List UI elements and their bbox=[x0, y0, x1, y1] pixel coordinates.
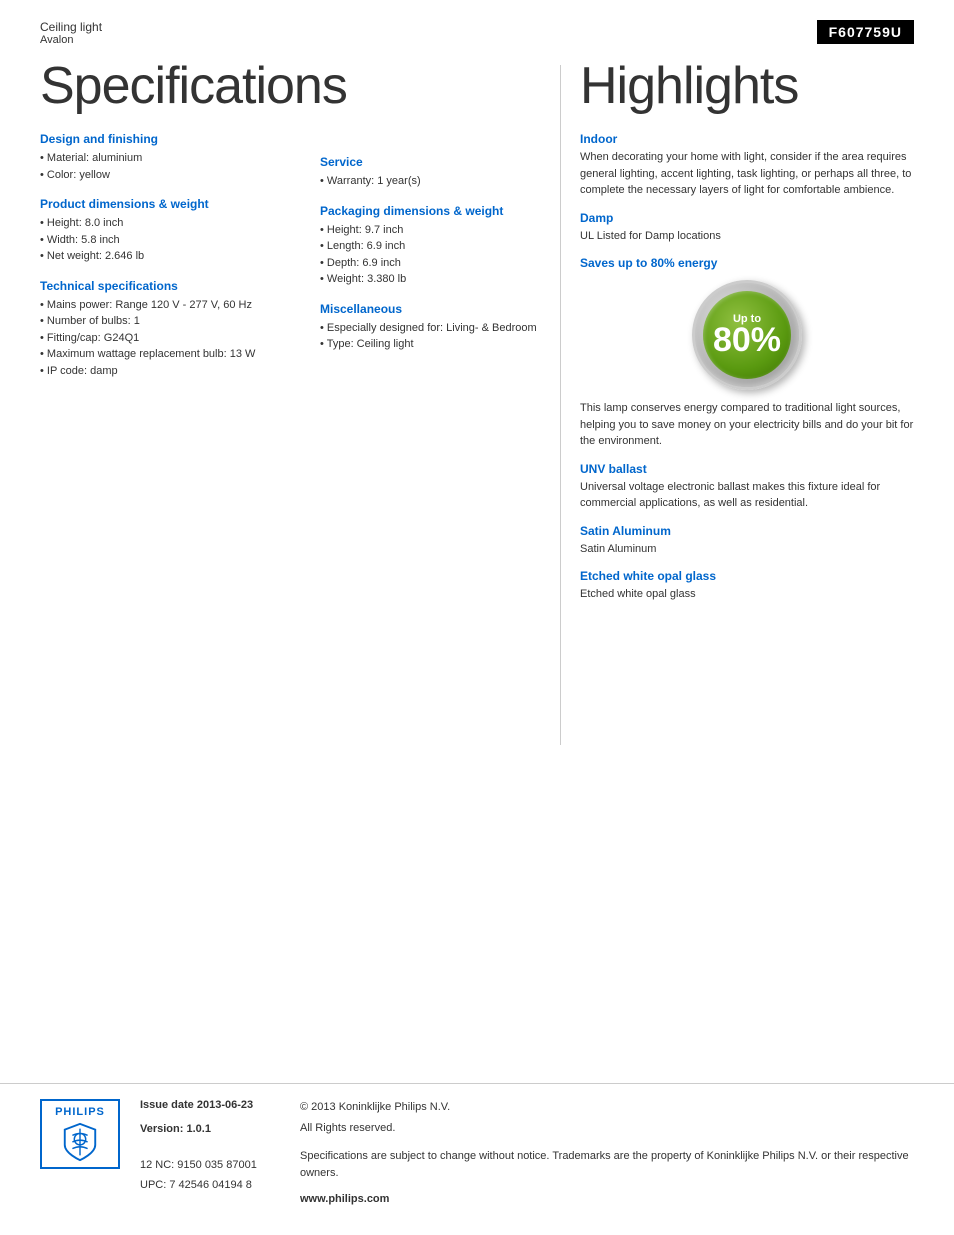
page-title: Specifications bbox=[40, 60, 310, 112]
middle-column: Service Warranty: 1 year(s) Packaging di… bbox=[320, 155, 560, 353]
highlights-title: Highlights bbox=[580, 60, 914, 112]
energy-badge-inner: Up to 80% bbox=[703, 291, 791, 379]
section-service-title: Service bbox=[320, 155, 560, 169]
section-product-dimensions-title: Product dimensions & weight bbox=[40, 197, 310, 211]
spec-item: Material: aluminium bbox=[40, 150, 310, 167]
section-packaging-list: Height: 9.7 inch Length: 6.9 inch Depth:… bbox=[320, 222, 560, 288]
spec-item: Length: 6.9 inch bbox=[320, 238, 560, 255]
highlight-damp-text: UL Listed for Damp locations bbox=[580, 228, 914, 245]
philips-logo: PHILIPS bbox=[40, 1099, 120, 1169]
highlight-damp-title: Damp bbox=[580, 211, 914, 225]
section-technical-specs-list: Mains power: Range 120 V - 277 V, 60 Hz … bbox=[40, 297, 310, 380]
section-misc-title: Miscellaneous bbox=[320, 302, 560, 316]
spec-item: Warranty: 1 year(s) bbox=[320, 173, 560, 190]
footer-website: www.philips.com bbox=[300, 1193, 914, 1205]
footer-all-rights: All Rights reserved. bbox=[300, 1120, 914, 1137]
highlight-indoor: Indoor When decorating your home with li… bbox=[580, 132, 914, 199]
philips-shield-icon bbox=[62, 1122, 98, 1162]
energy-percent-text: 80% bbox=[713, 323, 781, 357]
spec-item: Width: 5.8 inch bbox=[40, 232, 310, 249]
highlight-energy-title: Saves up to 80% energy bbox=[580, 256, 914, 270]
highlight-energy: Saves up to 80% energy Up to 80% This la… bbox=[580, 256, 914, 450]
spec-item: Color: yellow bbox=[40, 167, 310, 184]
page-container: Ceiling light Avalon F607759U Specificat… bbox=[0, 0, 954, 1235]
section-design-finishing-list: Material: aluminium Color: yellow bbox=[40, 150, 310, 183]
footer-copyright: © 2013 Koninklijke Philips N.V. bbox=[300, 1099, 914, 1116]
highlight-satin: Satin Aluminum Satin Aluminum bbox=[580, 524, 914, 558]
highlight-unv-text: Universal voltage electronic ballast mak… bbox=[580, 479, 914, 512]
footer-upc: UPC: 7 42546 04194 8 bbox=[140, 1179, 280, 1191]
footer: PHILIPS Issue date 2013-06-23 Version: 1… bbox=[0, 1083, 954, 1205]
section-product-dimensions-list: Height: 8.0 inch Width: 5.8 inch Net wei… bbox=[40, 215, 310, 265]
left-column: Specifications Design and finishing Mate… bbox=[40, 60, 310, 379]
footer-version-value: 1.0.1 bbox=[186, 1123, 210, 1135]
spec-item: Number of bulbs: 1 bbox=[40, 313, 310, 330]
highlight-etched-title: Etched white opal glass bbox=[580, 569, 914, 583]
spec-item: Height: 9.7 inch bbox=[320, 222, 560, 239]
spec-item: Especially designed for: Living- & Bedro… bbox=[320, 320, 560, 337]
footer-disclaimer: Specifications are subject to change wit… bbox=[300, 1148, 914, 1181]
spec-item: Maximum wattage replacement bulb: 13 W bbox=[40, 346, 310, 363]
footer-info: Issue date 2013-06-23 Version: 1.0.1 12 … bbox=[140, 1099, 914, 1205]
footer-issue-date: Issue date 2013-06-23 bbox=[140, 1099, 280, 1111]
footer-issue-date-value: 2013-06-23 bbox=[197, 1099, 253, 1111]
energy-badge-container: Up to 80% bbox=[580, 280, 914, 390]
footer-col1: Issue date 2013-06-23 Version: 1.0.1 12 … bbox=[140, 1099, 280, 1205]
highlight-etched-text: Etched white opal glass bbox=[580, 586, 914, 603]
spec-item: Weight: 3.380 lb bbox=[320, 271, 560, 288]
header-left: Ceiling light Avalon bbox=[40, 20, 102, 46]
spec-item: Height: 8.0 inch bbox=[40, 215, 310, 232]
product-type: Ceiling light bbox=[40, 20, 102, 34]
energy-badge: Up to 80% bbox=[692, 280, 802, 390]
highlight-unv-title: UNV ballast bbox=[580, 462, 914, 476]
spec-item: Mains power: Range 120 V - 277 V, 60 Hz bbox=[40, 297, 310, 314]
section-packaging-title: Packaging dimensions & weight bbox=[320, 204, 560, 218]
section-misc-list: Especially designed for: Living- & Bedro… bbox=[320, 320, 560, 353]
right-column: Highlights Indoor When decorating your h… bbox=[580, 60, 914, 615]
spec-item: Net weight: 2.646 lb bbox=[40, 248, 310, 265]
highlight-indoor-title: Indoor bbox=[580, 132, 914, 146]
footer-nc: 12 NC: 9150 035 87001 bbox=[140, 1159, 280, 1171]
footer-issue-date-label: Issue date bbox=[140, 1099, 194, 1111]
highlight-satin-text: Satin Aluminum bbox=[580, 541, 914, 558]
spec-item: Depth: 6.9 inch bbox=[320, 255, 560, 272]
column-divider bbox=[560, 65, 561, 745]
highlight-unv: UNV ballast Universal voltage electronic… bbox=[580, 462, 914, 512]
philips-logo-text: PHILIPS bbox=[55, 1106, 105, 1118]
spec-item: Fitting/cap: G24Q1 bbox=[40, 330, 310, 347]
model-badge: F607759U bbox=[817, 20, 914, 44]
product-name: Avalon bbox=[40, 34, 102, 46]
section-design-finishing-title: Design and finishing bbox=[40, 132, 310, 146]
highlight-damp: Damp UL Listed for Damp locations bbox=[580, 211, 914, 245]
highlight-satin-title: Satin Aluminum bbox=[580, 524, 914, 538]
highlight-energy-text: This lamp conserves energy compared to t… bbox=[580, 400, 914, 450]
footer-version-label: Version: bbox=[140, 1123, 183, 1135]
highlight-indoor-text: When decorating your home with light, co… bbox=[580, 149, 914, 199]
spec-item: IP code: damp bbox=[40, 363, 310, 380]
footer-version: Version: 1.0.1 bbox=[140, 1123, 280, 1135]
section-technical-specs-title: Technical specifications bbox=[40, 279, 310, 293]
highlight-etched: Etched white opal glass Etched white opa… bbox=[580, 569, 914, 603]
footer-col2: © 2013 Koninklijke Philips N.V. All Righ… bbox=[300, 1099, 914, 1205]
section-service-list: Warranty: 1 year(s) bbox=[320, 173, 560, 190]
spec-item: Type: Ceiling light bbox=[320, 336, 560, 353]
